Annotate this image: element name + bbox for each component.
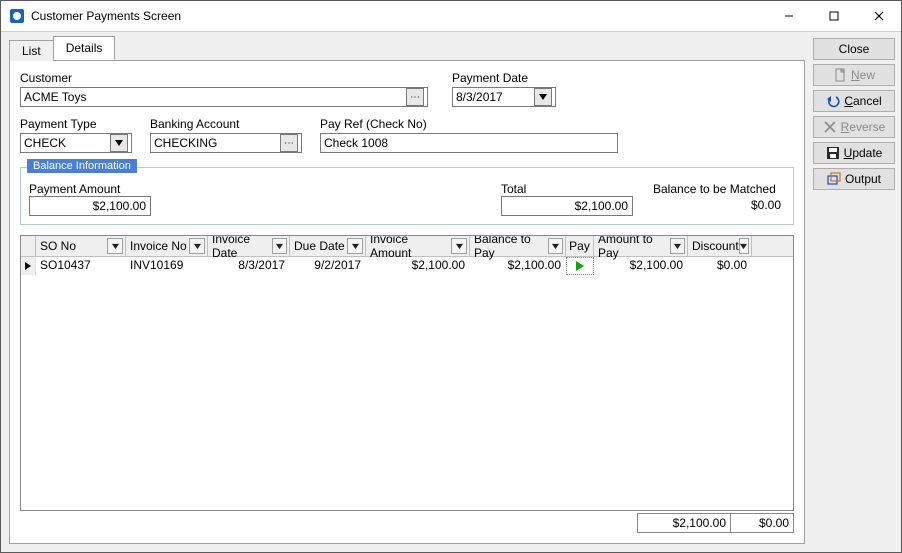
app-window: Customer Payments Screen List Details Cu… xyxy=(0,0,902,553)
banking-account-lookup-button[interactable]: ⋯ xyxy=(280,134,298,152)
new-button[interactable]: NNewew xyxy=(813,64,895,86)
balance-group-title: Balance Information xyxy=(27,159,137,173)
left-pane: List Details Customer ACME Toys ⋯ Paymen… xyxy=(1,32,813,552)
col-invoice-date[interactable]: Invoice Date xyxy=(208,236,290,256)
field-payment-date: Payment Date 8/3/2017 xyxy=(452,71,556,107)
payment-date-input[interactable]: 8/3/2017 xyxy=(452,87,556,107)
field-customer: Customer ACME Toys ⋯ xyxy=(20,71,428,107)
output-icon xyxy=(827,172,841,186)
filter-icon[interactable] xyxy=(548,238,563,254)
app-icon xyxy=(9,8,25,24)
payment-date-dropdown-button[interactable] xyxy=(534,88,552,106)
cell-pay-toggle[interactable] xyxy=(566,257,594,275)
col-amount-to-pay[interactable]: Amount to Pay xyxy=(594,236,688,256)
close-button[interactable]: Close xyxy=(813,38,895,60)
balance-match-label: Balance to be Matched xyxy=(653,182,785,196)
col-so-no[interactable]: SO No xyxy=(36,236,126,256)
cross-icon xyxy=(823,120,837,134)
balance-match-value: $0.00 xyxy=(653,196,785,216)
new-file-icon xyxy=(833,68,847,82)
col-pay[interactable]: Pay xyxy=(566,236,594,256)
customer-value: ACME Toys xyxy=(24,90,404,104)
reverse-button[interactable]: Reverse Reverse xyxy=(813,116,895,138)
payment-type-select[interactable]: CHECK xyxy=(20,133,132,153)
banking-account-label: Banking Account xyxy=(150,117,302,131)
window-title: Customer Payments Screen xyxy=(31,9,766,23)
grid-body[interactable]: SO10437 INV10169 8/3/2017 9/2/2017 $2,10… xyxy=(21,257,793,510)
pay-ref-label: Pay Ref (Check No) xyxy=(320,117,618,131)
filter-icon[interactable] xyxy=(347,238,363,254)
cell-due-date[interactable]: 9/2/2017 xyxy=(290,257,366,275)
payment-date-label: Payment Date xyxy=(452,71,556,85)
col-discount[interactable]: Discount xyxy=(688,236,752,256)
row-type-account-ref: Payment Type CHECK Banking Account CHECK… xyxy=(20,117,794,153)
undo-icon xyxy=(826,94,840,108)
col-invoice-amount[interactable]: Invoice Amount xyxy=(366,236,470,256)
filter-icon[interactable] xyxy=(272,238,287,254)
total-label: Total xyxy=(501,182,633,196)
window-controls xyxy=(766,1,901,31)
details-panel: Customer ACME Toys ⋯ Payment Date 8/3/20… xyxy=(9,60,805,544)
banking-account-value: CHECKING xyxy=(154,136,278,150)
field-banking-account: Banking Account CHECKING ⋯ xyxy=(150,117,302,153)
col-invoice-no[interactable]: Invoice No xyxy=(126,236,208,256)
col-due-date[interactable]: Due Date xyxy=(290,236,366,256)
field-pay-ref: Pay Ref (Check No) Check 1008 xyxy=(320,117,618,153)
cell-discount[interactable]: $0.00 xyxy=(688,257,752,275)
total-value: $2,100.00 xyxy=(501,196,633,216)
field-payment-type: Payment Type CHECK xyxy=(20,117,132,153)
col-balance-match: Balance to be Matched $0.00 xyxy=(653,182,785,216)
payment-amount-value[interactable]: $2,100.00 xyxy=(29,196,151,216)
banking-account-input[interactable]: CHECKING ⋯ xyxy=(150,133,302,153)
payment-amount-label: Payment Amount xyxy=(29,182,151,196)
invoice-grid: SO No Invoice No Invoice Date Due Date I… xyxy=(20,235,794,511)
save-icon xyxy=(826,146,840,160)
filter-icon[interactable] xyxy=(451,238,467,254)
side-button-bar: Close NNewew Cancel Cancel Reverse Rever… xyxy=(813,32,901,552)
grid-header: SO No Invoice No Invoice Date Due Date I… xyxy=(21,236,793,257)
tab-details[interactable]: Details xyxy=(53,36,116,60)
cancel-button[interactable]: Cancel Cancel xyxy=(813,90,895,112)
row-customer-date: Customer ACME Toys ⋯ Payment Date 8/3/20… xyxy=(20,71,794,107)
cell-invoice-no[interactable]: INV10169 xyxy=(126,257,208,275)
pay-ref-input[interactable]: Check 1008 xyxy=(320,133,618,153)
filter-icon[interactable] xyxy=(670,238,685,254)
customer-input[interactable]: ACME Toys ⋯ xyxy=(20,87,428,107)
rowhandle-header xyxy=(21,236,36,256)
tab-list[interactable]: List xyxy=(9,40,54,61)
customer-lookup-button[interactable]: ⋯ xyxy=(406,88,424,106)
minimize-button[interactable] xyxy=(766,1,811,31)
tab-strip: List Details xyxy=(9,38,805,60)
footer-amount-to-pay: $2,100.00 xyxy=(637,513,731,533)
titlebar: Customer Payments Screen xyxy=(1,1,901,32)
payment-type-value: CHECK xyxy=(24,136,108,150)
tab-list-label: List xyxy=(22,44,41,58)
col-payment-amount: Payment Amount $2,100.00 xyxy=(29,182,151,216)
balance-information-group: Balance Information Payment Amount $2,10… xyxy=(20,167,794,225)
filter-icon[interactable] xyxy=(189,238,205,254)
tab-details-label: Details xyxy=(66,41,103,55)
col-balance-to-pay[interactable]: Balance to Pay xyxy=(470,236,566,256)
filter-icon[interactable] xyxy=(107,238,123,254)
payment-type-dropdown-button[interactable] xyxy=(110,134,128,152)
footer-discount: $0.00 xyxy=(730,513,794,533)
row-selector[interactable] xyxy=(21,257,36,275)
pay-ref-value: Check 1008 xyxy=(324,136,614,150)
filter-icon[interactable] xyxy=(739,238,749,254)
update-button[interactable]: Update Update xyxy=(813,142,895,164)
grid-footer-totals: $2,100.00 $0.00 xyxy=(20,513,794,533)
window-body: List Details Customer ACME Toys ⋯ Paymen… xyxy=(1,32,901,552)
output-button[interactable]: Output xyxy=(813,168,895,190)
col-total: Total $2,100.00 xyxy=(501,182,633,216)
cell-so-no[interactable]: SO10437 xyxy=(36,257,126,275)
payment-type-label: Payment Type xyxy=(20,117,132,131)
maximize-button[interactable] xyxy=(811,1,856,31)
payment-date-value: 8/3/2017 xyxy=(456,90,532,104)
customer-label: Customer xyxy=(20,71,428,85)
balance-row: Payment Amount $2,100.00 Total $2,100.00… xyxy=(29,182,785,216)
close-window-button[interactable] xyxy=(856,1,901,31)
